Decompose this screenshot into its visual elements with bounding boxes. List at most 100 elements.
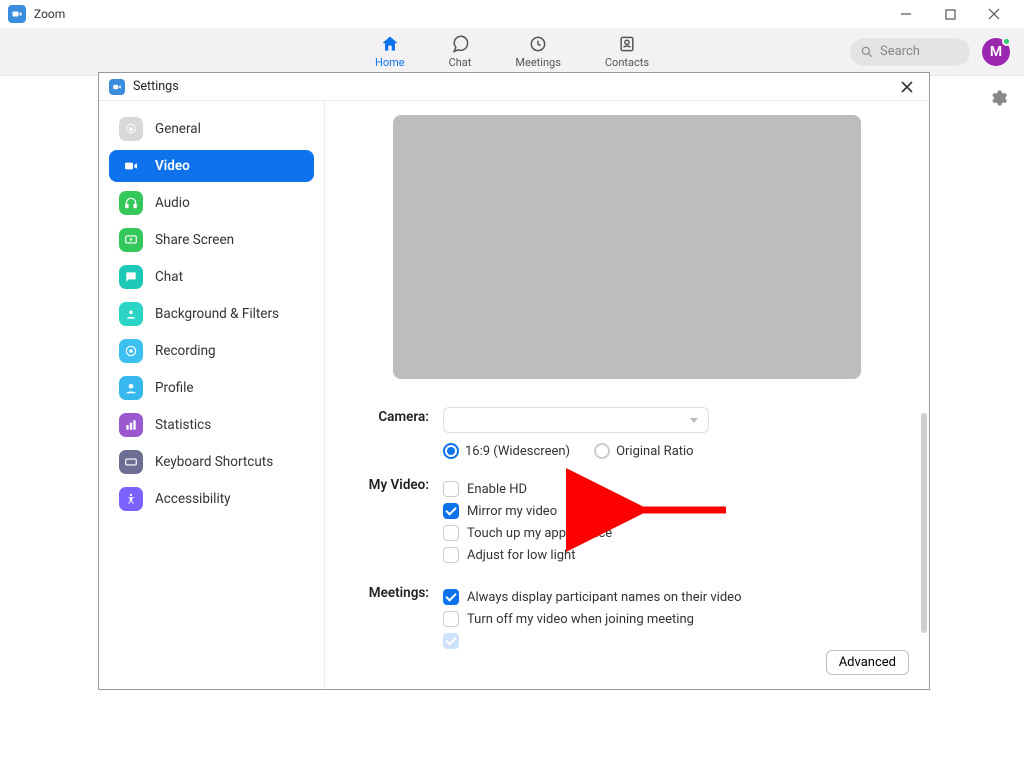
nav-label-meetings: Meetings <box>515 56 560 69</box>
sidebar-item-general[interactable]: General <box>109 113 314 145</box>
partial-checkbox-row[interactable] <box>443 633 901 649</box>
search-placeholder: Search <box>880 44 920 59</box>
checkbox-label: Enable HD <box>467 482 527 497</box>
enable-hd-checkbox[interactable]: Enable HD <box>443 481 901 497</box>
window-title: Zoom <box>34 7 65 21</box>
display-names-checkbox[interactable]: Always display participant names on thei… <box>443 589 901 605</box>
sidebar-item-chat[interactable]: Chat <box>109 261 314 293</box>
window-titlebar: Zoom <box>0 0 1024 28</box>
checkbox-icon <box>443 589 459 605</box>
sidebar-label: Recording <box>155 343 216 359</box>
checkbox-icon <box>443 633 459 649</box>
sidebar-label: Statistics <box>155 417 211 433</box>
my-video-label: My Video: <box>353 475 443 569</box>
sidebar-item-share-screen[interactable]: Share Screen <box>109 224 314 256</box>
contacts-icon <box>617 34 637 54</box>
sidebar-item-keyboard-shortcuts[interactable]: Keyboard Shortcuts <box>109 446 314 478</box>
mirror-video-checkbox[interactable]: Mirror my video <box>443 503 901 519</box>
camera-label: Camera: <box>353 407 443 465</box>
home-icon <box>380 34 400 54</box>
main-toolbar: Home Chat Meetings Contacts Search M <box>0 28 1024 76</box>
radio-icon <box>443 443 459 459</box>
checkbox-label: Adjust for low light <box>467 548 575 563</box>
sidebar-item-profile[interactable]: Profile <box>109 372 314 404</box>
background-icon <box>119 302 143 326</box>
settings-title: Settings <box>133 79 179 94</box>
settings-header: Settings <box>99 73 929 101</box>
chat-icon <box>450 34 470 54</box>
camera-dropdown[interactable] <box>443 407 709 433</box>
sidebar-item-audio[interactable]: Audio <box>109 187 314 219</box>
avatar-initial: M <box>990 44 1002 60</box>
nav-label-home: Home <box>375 56 405 69</box>
presence-indicator <box>1002 37 1011 46</box>
statistics-icon <box>119 413 143 437</box>
sidebar-item-recording[interactable]: Recording <box>109 335 314 367</box>
nav-label-contacts: Contacts <box>605 56 649 69</box>
sidebar-item-video[interactable]: Video <box>109 150 314 182</box>
sidebar-label: General <box>155 121 201 137</box>
settings-gear-button[interactable] <box>988 88 1008 112</box>
radio-label: Original Ratio <box>616 444 694 459</box>
search-icon <box>860 45 874 59</box>
profile-icon <box>119 376 143 400</box>
sidebar-item-statistics[interactable]: Statistics <box>109 409 314 441</box>
nav-tab-home[interactable]: Home <box>375 34 405 69</box>
sidebar-label: Audio <box>155 195 190 211</box>
aspect-original-radio[interactable]: Original Ratio <box>594 443 694 459</box>
video-icon <box>119 154 143 178</box>
sidebar-item-accessibility[interactable]: Accessibility <box>109 483 314 515</box>
sidebar-label: Keyboard Shortcuts <box>155 454 273 470</box>
nav-tab-chat[interactable]: Chat <box>449 34 472 69</box>
sidebar-label: Video <box>155 158 190 174</box>
sidebar-label: Share Screen <box>155 232 234 248</box>
checkbox-label: Mirror my video <box>467 504 557 519</box>
gear-icon <box>988 88 1008 108</box>
window-maximize-button[interactable] <box>928 0 972 28</box>
nav-tab-contacts[interactable]: Contacts <box>605 34 649 69</box>
sidebar-label: Background & Filters <box>155 306 279 322</box>
scrollbar[interactable] <box>921 413 927 633</box>
radio-label: 16:9 (Widescreen) <box>465 444 570 459</box>
clock-icon <box>528 34 548 54</box>
user-avatar[interactable]: M <box>982 38 1010 66</box>
checkbox-icon <box>443 547 459 563</box>
gear-icon <box>119 117 143 141</box>
record-icon <box>119 339 143 363</box>
checkbox-label: Touch up my appearance <box>467 526 612 541</box>
checkbox-icon <box>443 611 459 627</box>
nav-label-chat: Chat <box>449 56 472 69</box>
keyboard-icon <box>119 450 143 474</box>
video-preview <box>393 115 861 379</box>
settings-content: Camera: 16:9 (Widescreen) Original Ratio… <box>325 101 929 689</box>
checkbox-icon <box>443 503 459 519</box>
sidebar-label: Profile <box>155 380 194 396</box>
nav-tab-meetings[interactable]: Meetings <box>515 34 560 69</box>
share-screen-icon <box>119 228 143 252</box>
sidebar-label: Chat <box>155 269 183 285</box>
turn-off-video-checkbox[interactable]: Turn off my video when joining meeting <box>443 611 901 627</box>
checkbox-label: Turn off my video when joining meeting <box>467 612 694 627</box>
touch-up-checkbox[interactable]: Touch up my appearance <box>443 525 901 541</box>
zoom-app-icon <box>8 5 26 23</box>
checkbox-icon <box>443 525 459 541</box>
window-close-button[interactable] <box>972 0 1016 28</box>
settings-sidebar: General Video Audio Share Screen Chat Ba… <box>99 101 325 689</box>
radio-icon <box>594 443 610 459</box>
close-icon <box>901 81 913 93</box>
checkbox-icon <box>443 481 459 497</box>
search-input[interactable]: Search <box>850 38 970 66</box>
advanced-button[interactable]: Advanced <box>826 650 909 675</box>
meetings-label: Meetings: <box>353 583 443 655</box>
window-minimize-button[interactable] <box>884 0 928 28</box>
sidebar-label: Accessibility <box>155 491 231 507</box>
aspect-169-radio[interactable]: 16:9 (Widescreen) <box>443 443 570 459</box>
accessibility-icon <box>119 487 143 511</box>
settings-dialog: Settings General Video Audio Share Scree… <box>98 72 930 690</box>
sidebar-item-background-filters[interactable]: Background & Filters <box>109 298 314 330</box>
chat-icon <box>119 265 143 289</box>
low-light-checkbox[interactable]: Adjust for low light <box>443 547 901 563</box>
settings-close-button[interactable] <box>895 75 919 99</box>
checkbox-label: Always display participant names on thei… <box>467 590 741 605</box>
advanced-label: Advanced <box>839 655 896 670</box>
